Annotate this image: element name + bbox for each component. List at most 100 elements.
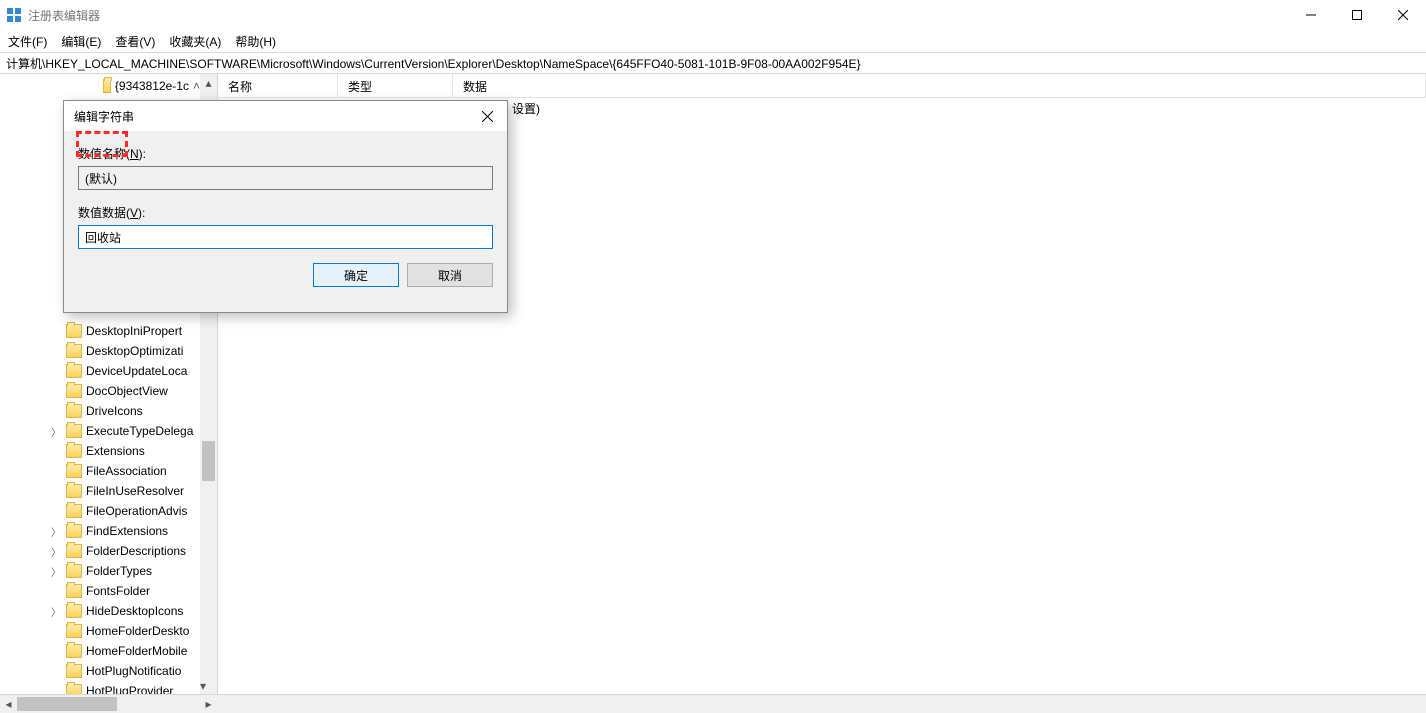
folder-icon xyxy=(103,79,111,93)
column-name[interactable]: 名称 xyxy=(218,74,338,97)
tree-item-label: DeviceUpdateLoca xyxy=(86,364,187,378)
scroll-left-button[interactable]: ◂ xyxy=(0,695,17,713)
tree-item[interactable]: 〉DocObjectView xyxy=(0,381,200,401)
maximize-button[interactable] xyxy=(1334,0,1380,30)
value-name-label: 数值名称(N): xyxy=(78,145,493,162)
folder-icon xyxy=(66,644,82,658)
dialog-buttons: 确定 取消 xyxy=(64,249,507,301)
tree-item-label: HotPlugProvider xyxy=(86,684,173,694)
tree-item-label: FindExtensions xyxy=(86,524,168,538)
list-header: 名称 类型 数据 xyxy=(218,74,1426,98)
chevron-right-icon[interactable]: 〉 xyxy=(50,424,62,439)
chevron-right-icon[interactable]: 〉 xyxy=(50,604,62,619)
scroll-thumb[interactable] xyxy=(202,441,215,481)
chevron-right-icon[interactable]: 〉 xyxy=(50,524,62,539)
menu-favorites[interactable]: 收藏夹(A) xyxy=(169,33,221,50)
scroll-up-icon[interactable]: ˄ xyxy=(193,79,200,93)
folder-icon xyxy=(66,684,82,694)
folder-icon xyxy=(66,324,82,338)
menu-file[interactable]: 文件(F) xyxy=(8,33,47,50)
tree-item[interactable]: 〉HotPlugProvider xyxy=(0,681,200,694)
tree-item[interactable]: 〉ExecuteTypeDelega xyxy=(0,421,200,441)
tree-item-label: HotPlugNotificatio xyxy=(86,664,181,678)
menu-view[interactable]: 查看(V) xyxy=(115,33,155,50)
tree-item[interactable]: 〉 FolderTypes xyxy=(0,561,200,581)
menubar: 文件(F) 编辑(E) 查看(V) 收藏夹(A) 帮助(H) xyxy=(0,30,1426,52)
tree-item[interactable]: 〉DriveIcons xyxy=(0,401,200,421)
folder-icon xyxy=(66,544,82,558)
folder-icon xyxy=(66,444,82,458)
folder-icon xyxy=(66,524,82,538)
tree-item-label: Extensions xyxy=(86,444,145,458)
ok-button[interactable]: 确定 xyxy=(313,263,399,287)
tree-item-label: DesktopOptimizati xyxy=(86,344,183,358)
tree-item[interactable]: 〉Extensions xyxy=(0,441,200,461)
list-row-data: 设置) xyxy=(512,100,540,117)
folder-icon xyxy=(66,424,82,438)
column-data[interactable]: 数据 xyxy=(453,74,1426,97)
folder-icon xyxy=(66,624,82,638)
tree-item-label: DocObjectView xyxy=(86,384,168,398)
window-title: 注册表编辑器 xyxy=(28,7,100,24)
tree-item[interactable]: 〉HomeFolderDeskto xyxy=(0,621,200,641)
regedit-icon xyxy=(6,7,22,23)
value-name-field[interactable] xyxy=(78,166,493,190)
menu-help[interactable]: 帮助(H) xyxy=(235,33,276,50)
tree-item[interactable]: 〉FontsFolder xyxy=(0,581,200,601)
scroll-down-button[interactable]: ▾ xyxy=(200,677,206,694)
tree-item-label: FontsFolder xyxy=(86,584,150,598)
tree-item[interactable]: 〉FileAssociation xyxy=(0,461,200,481)
tree-item-label: FolderTypes xyxy=(86,564,152,578)
tree-item-label: DesktopIniPropert xyxy=(86,324,182,338)
dialog-title: 编辑字符串 xyxy=(74,108,134,125)
tree-horizontal-scrollbar[interactable]: ◂ ▸ xyxy=(0,695,1426,713)
tree-item-label: HideDesktopIcons xyxy=(86,604,183,618)
tree-item[interactable]: {9343812e-1c ˄ xyxy=(0,76,200,96)
scroll-thumb[interactable] xyxy=(17,697,117,711)
tree-item[interactable]: 〉 FindExtensions xyxy=(0,521,200,541)
folder-icon xyxy=(66,404,82,418)
tree-item[interactable]: 〉HotPlugNotificatio xyxy=(0,661,200,681)
value-data-label: 数值数据(V): xyxy=(78,204,493,221)
tree-item[interactable]: 〉HomeFolderMobile xyxy=(0,641,200,661)
tree-item[interactable]: 〉 FolderDescriptions xyxy=(0,541,200,561)
tree-item[interactable]: 〉DesktopIniPropert xyxy=(0,321,200,341)
tree-item[interactable]: 〉DeviceUpdateLoca xyxy=(0,361,200,381)
folder-icon xyxy=(66,664,82,678)
dialog-close-button[interactable] xyxy=(467,101,507,131)
tree-item-label: FileOperationAdvis xyxy=(86,504,187,518)
folder-icon xyxy=(66,584,82,598)
chevron-right-icon[interactable]: 〉 xyxy=(50,544,62,559)
address-text: 计算机\HKEY_LOCAL_MACHINE\SOFTWARE\Microsof… xyxy=(6,55,861,72)
close-button[interactable] xyxy=(1380,0,1426,30)
scroll-right-button[interactable]: ▸ xyxy=(200,695,217,713)
scroll-up-button[interactable]: ▴ xyxy=(200,74,217,91)
tree-item[interactable]: 〉DesktopOptimizati xyxy=(0,341,200,361)
chevron-right-icon[interactable]: 〉 xyxy=(50,564,62,579)
cancel-button[interactable]: 取消 xyxy=(407,263,493,287)
address-bar[interactable]: 计算机\HKEY_LOCAL_MACHINE\SOFTWARE\Microsof… xyxy=(0,52,1426,74)
folder-icon xyxy=(66,384,82,398)
tree-item[interactable]: 〉FileInUseResolver xyxy=(0,481,200,501)
column-type[interactable]: 类型 xyxy=(338,74,453,97)
folder-icon xyxy=(66,564,82,578)
tree-item[interactable]: 〉 HideDesktopIcons xyxy=(0,601,200,621)
tree-item-label: HomeFolderMobile xyxy=(86,644,187,658)
folder-icon xyxy=(66,604,82,618)
window-controls xyxy=(1288,0,1426,30)
tree-item-label: {9343812e-1c xyxy=(115,79,189,93)
titlebar: 注册表编辑器 xyxy=(0,0,1426,30)
edit-string-dialog: 编辑字符串 数值名称(N): 数值数据(V): 确定 取消 xyxy=(63,100,508,313)
folder-icon xyxy=(66,464,82,478)
tree-item-label: FileAssociation xyxy=(86,464,167,478)
minimize-button[interactable] xyxy=(1288,0,1334,30)
dialog-body: 数值名称(N): 数值数据(V): xyxy=(64,131,507,249)
value-data-field[interactable] xyxy=(78,225,493,249)
menu-edit[interactable]: 编辑(E) xyxy=(61,33,101,50)
folder-icon xyxy=(66,344,82,358)
tree-item-label: FolderDescriptions xyxy=(86,544,186,558)
folder-icon xyxy=(66,504,82,518)
dialog-titlebar[interactable]: 编辑字符串 xyxy=(64,101,507,131)
folder-icon xyxy=(66,364,82,378)
tree-item[interactable]: 〉FileOperationAdvis xyxy=(0,501,200,521)
